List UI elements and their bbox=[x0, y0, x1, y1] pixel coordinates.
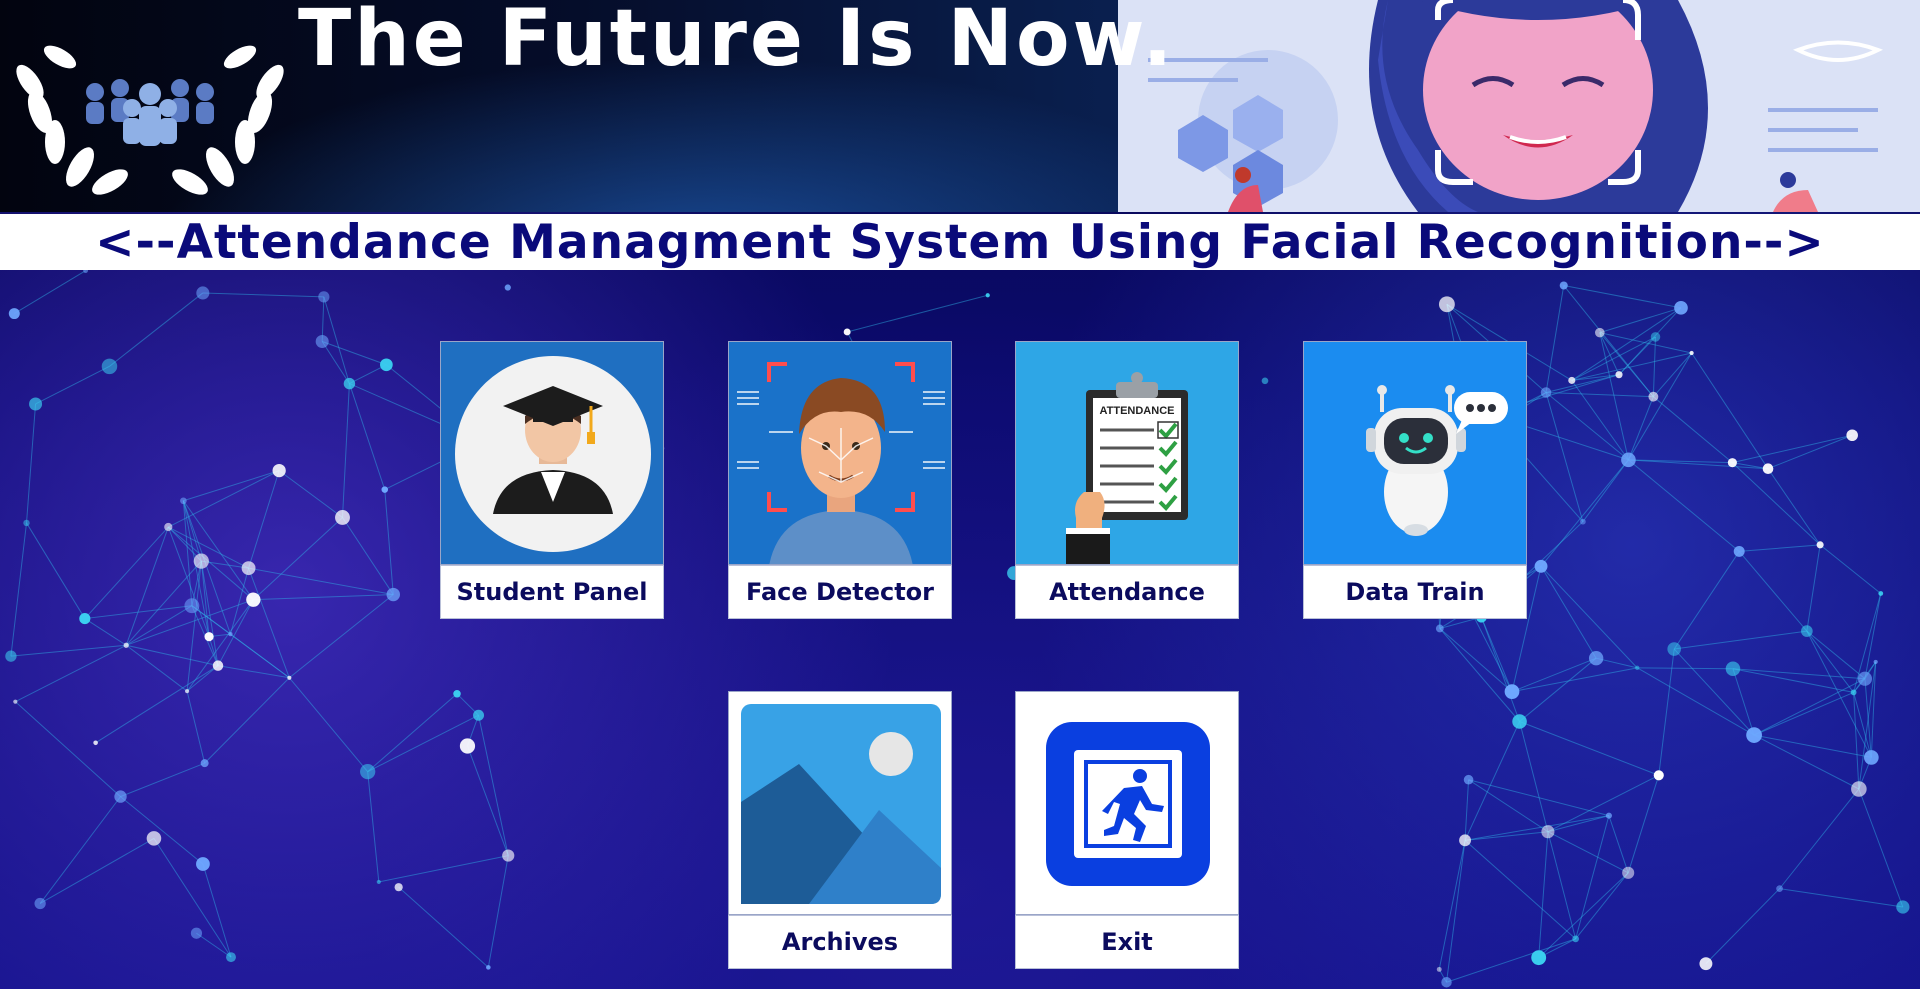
student-panel-button[interactable]: Student Panel bbox=[440, 341, 664, 619]
attendance-clipboard-icon: ATTENDANCE bbox=[1016, 342, 1238, 564]
system-title-bar: <--Attendance Managment System Using Fac… bbox=[0, 214, 1920, 270]
face-scan-icon bbox=[729, 342, 951, 564]
facial-recognition-illustration bbox=[1118, 0, 1920, 212]
student-panel-label[interactable]: Student Panel bbox=[440, 565, 664, 619]
robot-icon bbox=[1304, 342, 1526, 564]
attendance-sheet-text: ATTENDANCE bbox=[1100, 405, 1175, 417]
student-panel-image[interactable] bbox=[440, 341, 664, 565]
data-train-label[interactable]: Data Train bbox=[1303, 565, 1527, 619]
face-detector-button[interactable]: Face Detector bbox=[728, 341, 952, 619]
archives-label[interactable]: Archives bbox=[728, 915, 952, 969]
data-train-button[interactable]: Data Train bbox=[1303, 341, 1527, 619]
archives-image[interactable] bbox=[728, 691, 952, 915]
face-detector-label[interactable]: Face Detector bbox=[728, 565, 952, 619]
header-tagline: The Future Is Now. bbox=[298, 0, 1176, 84]
exit-label[interactable]: Exit bbox=[1015, 915, 1239, 969]
image-gallery-icon bbox=[729, 692, 951, 914]
data-train-image[interactable] bbox=[1303, 341, 1527, 565]
header-banner: The Future Is Now. bbox=[0, 0, 1920, 212]
exit-image[interactable] bbox=[1015, 691, 1239, 915]
exit-button[interactable]: Exit bbox=[1015, 691, 1239, 969]
attendance-image[interactable]: ATTENDANCE bbox=[1015, 341, 1239, 565]
laurel-logo bbox=[16, 45, 284, 195]
archives-button[interactable]: Archives bbox=[728, 691, 952, 969]
face-detector-image[interactable] bbox=[728, 341, 952, 565]
graduate-icon bbox=[441, 342, 663, 564]
attendance-label[interactable]: Attendance bbox=[1015, 565, 1239, 619]
exit-door-icon bbox=[1016, 692, 1238, 914]
attendance-button[interactable]: ATTENDANCE Attendance bbox=[1015, 341, 1239, 619]
system-title: <--Attendance Managment System Using Fac… bbox=[95, 214, 1825, 270]
